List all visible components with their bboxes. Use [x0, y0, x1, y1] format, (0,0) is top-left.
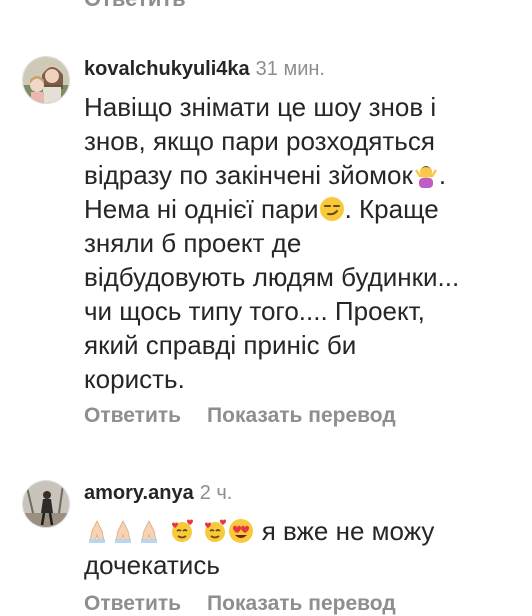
heart-eyes-face-emoji-icon — [228, 518, 254, 544]
comment-text: я вже не можу дочекатись — [84, 514, 514, 582]
previous-reply-link[interactable]: Ответить — [84, 0, 186, 12]
comment-line: чи щось типу того.... Проект, — [84, 296, 425, 326]
comment-meta: kovalchukyuli4ka 31 мин. — [84, 56, 325, 82]
comment-actions: Ответить Показать перевод — [84, 592, 422, 616]
comment-line: який справді приніс би — [84, 330, 357, 360]
comment-text: Навіщо знімати це шоу знов і знов, якщо … — [84, 90, 514, 396]
reply-button[interactable]: Ответить — [84, 592, 181, 615]
folded-hands-emoji-icon — [110, 518, 136, 544]
person-shrugging-emoji-icon — [413, 162, 439, 188]
comment-line: Навіщо знімати це шоу знов і — [84, 92, 437, 122]
show-translation-button[interactable]: Показать перевод — [207, 592, 396, 615]
comment-username[interactable]: amory.anya — [84, 482, 194, 504]
comment-timestamp: 31 мин. — [255, 58, 325, 80]
show-translation-button[interactable]: Показать перевод — [207, 404, 396, 427]
comment-actions: Ответить Показать перевод — [84, 404, 422, 428]
comment-line-text: відразу по закінчені зйомок — [84, 160, 413, 190]
comment-line: дочекатись — [84, 550, 220, 580]
comment-line-text: Нема ні однієї пари — [84, 194, 319, 224]
comment-line: зняли б проект де — [84, 228, 302, 258]
avatar[interactable] — [22, 480, 70, 528]
comment-meta: amory.anya 2 ч. — [84, 480, 232, 506]
comment-timestamp: 2 ч. — [199, 482, 233, 504]
smiling-face-with-hearts-emoji-icon — [202, 518, 228, 544]
comment-line: користь. — [84, 364, 185, 394]
comment-line-suffix: . Краще — [344, 194, 439, 224]
comment-line: відразу по закінчені зйомок . — [84, 158, 514, 192]
comment-line: я вже не можу — [84, 514, 514, 548]
comment-line: відбудовують людям будинки... — [84, 262, 460, 292]
avatar[interactable] — [22, 56, 70, 104]
comment-line-suffix: . — [438, 160, 447, 190]
smiling-face-with-hearts-emoji-icon — [169, 518, 195, 544]
comment-line: Нема ні однієї пари . Краще — [84, 192, 514, 226]
smirking-face-emoji-icon — [319, 196, 345, 222]
folded-hands-emoji-icon — [84, 518, 110, 544]
comment-username[interactable]: kovalchukyuli4ka — [84, 58, 250, 80]
comment-line-text: я вже не можу — [261, 516, 435, 546]
folded-hands-emoji-icon — [136, 518, 162, 544]
reply-button[interactable]: Ответить — [84, 404, 181, 427]
comment-line: знов, якщо пари розходяться — [84, 126, 435, 156]
